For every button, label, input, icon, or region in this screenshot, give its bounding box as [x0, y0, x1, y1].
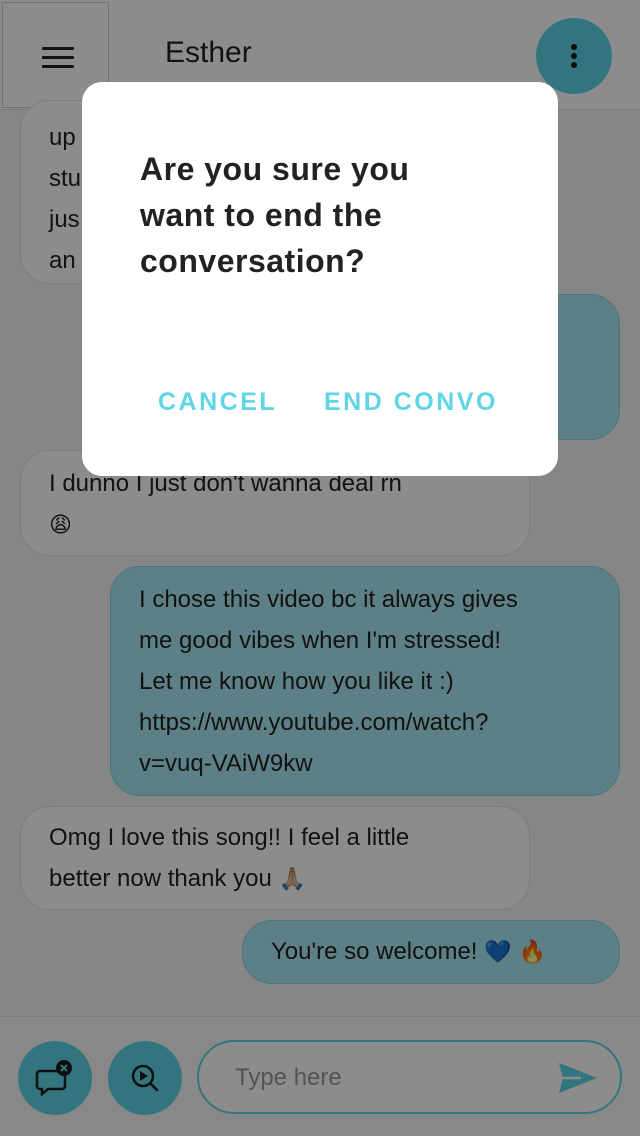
chat-screen: Esther up stu jus an I dunno I just don'…: [0, 0, 640, 1136]
cancel-button[interactable]: CANCEL: [158, 388, 277, 417]
dialog-title-line: Are you sure you: [140, 151, 410, 187]
dialog-title-line: want to end the: [140, 197, 383, 233]
dialog-title: Are you sure you want to end the convers…: [140, 146, 520, 284]
dialog-title-line: conversation?: [140, 243, 366, 279]
end-conversation-dialog: Are you sure you want to end the convers…: [82, 82, 558, 476]
end-convo-button[interactable]: END CONVO: [324, 388, 498, 417]
